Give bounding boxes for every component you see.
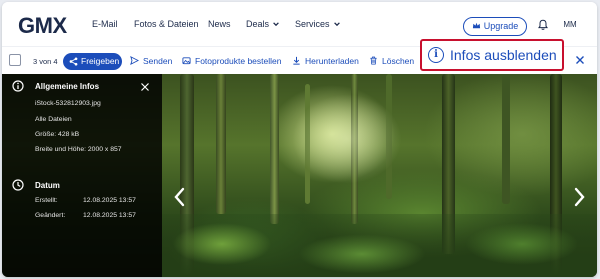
share-button[interactable]: Freigeben	[63, 53, 122, 70]
clock-icon	[12, 179, 24, 191]
photo-products-label: Fotoprodukte bestellen	[195, 56, 282, 66]
hide-info-button[interactable]: i Infos ausblenden	[420, 39, 564, 71]
nav-services[interactable]: Services	[295, 19, 341, 29]
trash-icon	[370, 56, 377, 65]
download-icon	[293, 56, 300, 65]
share-label: Freigeben	[81, 56, 120, 66]
upgrade-button[interactable]: Upgrade	[463, 17, 527, 36]
close-icon[interactable]	[574, 54, 586, 66]
chevron-down-icon	[333, 22, 340, 27]
photo-products-icon	[182, 57, 191, 65]
download-button[interactable]: Herunterladen	[292, 56, 359, 66]
select-checkbox[interactable]	[9, 54, 21, 66]
hide-info-label: Infos ausblenden	[450, 47, 557, 63]
file-name: iStock-532812903.jpg	[35, 100, 101, 107]
nav-deals[interactable]: Deals	[246, 19, 280, 29]
file-dimensions: Breite und Höhe: 2000 x 857	[35, 146, 122, 153]
tree-trunk	[216, 74, 226, 214]
bell-icon[interactable]	[537, 19, 549, 31]
created-value: 12.08.2025 13:57	[83, 197, 136, 204]
tree-trunk	[502, 74, 510, 204]
upgrade-label: Upgrade	[483, 21, 519, 31]
nav-services-label: Services	[295, 19, 330, 29]
info-panel: Allgemeine Infos iStock-532812903.jpg Al…	[2, 74, 162, 277]
window-frame: GMX E-Mail Fotos & Dateien News Deals Se…	[0, 0, 600, 279]
modified-value: 12.08.2025 13:57	[83, 212, 136, 219]
fern-foliage	[162, 214, 597, 277]
close-icon[interactable]	[140, 82, 150, 92]
next-arrow-icon[interactable]	[572, 186, 586, 208]
nav-photos-files[interactable]: Fotos & Dateien	[134, 19, 199, 29]
nav-news[interactable]: News	[208, 19, 231, 29]
user-avatar[interactable]: MM	[559, 16, 581, 34]
nav-news-label: News	[208, 19, 231, 29]
file-position-counter: 3 von 4	[33, 57, 58, 66]
nav-photos-files-label: Fotos & Dateien	[134, 19, 199, 29]
light-haze	[292, 94, 402, 184]
send-label: Senden	[143, 56, 173, 66]
delete-label: Löschen	[382, 56, 415, 66]
created-label: Erstellt:	[35, 197, 58, 204]
general-info-title: Allgemeine Infos	[35, 82, 100, 91]
modified-label: Geändert:	[35, 212, 66, 219]
send-icon	[130, 56, 140, 65]
delete-button[interactable]: Löschen	[369, 56, 414, 66]
info-icon	[12, 80, 24, 92]
chevron-down-icon	[273, 22, 279, 27]
gmx-logo[interactable]: GMX	[18, 13, 67, 39]
photo-viewer-card: GMX E-Mail Fotos & Dateien News Deals Se…	[2, 2, 597, 277]
send-button[interactable]: Senden	[130, 56, 172, 66]
nav-email[interactable]: E-Mail	[92, 19, 118, 29]
download-label: Herunterladen	[305, 56, 359, 66]
nav-deals-label: Deals	[246, 19, 270, 29]
share-icon	[69, 57, 78, 66]
photo-viewer: Allgemeine Infos iStock-532812903.jpg Al…	[2, 74, 597, 277]
nav-email-label: E-Mail	[92, 19, 118, 29]
tree-trunk	[270, 74, 279, 224]
crown-icon	[472, 22, 480, 29]
photo-products-button[interactable]: Fotoprodukte bestellen	[182, 56, 281, 66]
previous-arrow-icon[interactable]	[173, 186, 187, 208]
info-icon: i	[428, 47, 444, 63]
file-folder: Alle Dateien	[35, 116, 72, 123]
date-title: Datum	[35, 181, 60, 190]
file-size: Größe: 428 kB	[35, 131, 80, 138]
